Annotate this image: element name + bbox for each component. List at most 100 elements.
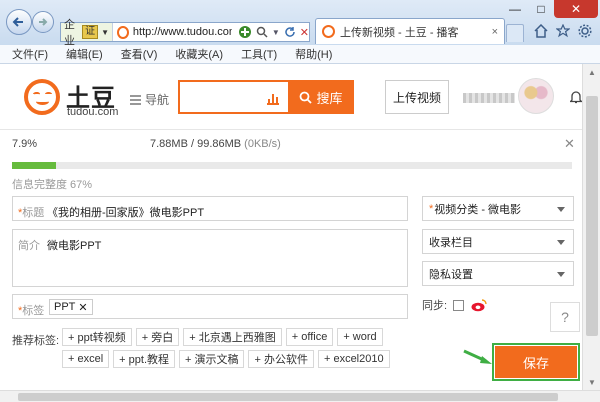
- compat-icon[interactable]: [238, 25, 252, 39]
- chevron-down-icon: [557, 240, 565, 245]
- chevron-down-icon: [557, 207, 565, 212]
- logo-mouth: [36, 98, 49, 105]
- maximize-button[interactable]: □: [528, 0, 554, 18]
- horizontal-scroll-thumb[interactable]: [18, 393, 558, 401]
- recommended-tags: + ppt转视频 + 旁白 + 北京遇上西雅图 + office + word …: [62, 328, 412, 368]
- tags-field[interactable]: *标签 PPT ✕: [12, 294, 408, 319]
- rec-tag[interactable]: + 演示文稿: [179, 350, 245, 368]
- search-button-label: 搜库: [316, 90, 343, 106]
- title-value[interactable]: 《我的相册-回家版》微电影PPT: [47, 204, 204, 220]
- tag-remove-icon[interactable]: ✕: [78, 301, 87, 314]
- upload-size: 7.88MB / 99.86MB (0KB/s): [150, 138, 281, 150]
- recommended-tags-label: 推荐标签:: [12, 335, 60, 347]
- scroll-down-icon[interactable]: ▼: [583, 374, 600, 390]
- menu-file[interactable]: 文件(F): [12, 46, 48, 62]
- upload-size-value: 7.88MB / 99.86MB: [150, 138, 242, 150]
- cancel-upload-icon[interactable]: ✕: [564, 136, 575, 152]
- sync-option: 同步:: [422, 297, 488, 313]
- arrow-right-icon: [39, 18, 48, 26]
- rec-tag[interactable]: + ppt.教程: [113, 350, 175, 368]
- sync-checkbox[interactable]: [453, 299, 465, 311]
- vertical-scroll-thumb[interactable]: [586, 96, 598, 336]
- rec-tag[interactable]: + ppt转视频: [62, 328, 132, 346]
- description-field[interactable]: 简介 微电影PPT: [12, 229, 408, 287]
- rec-tag[interactable]: + word: [337, 328, 383, 346]
- tag-chip-label: PPT: [54, 301, 76, 313]
- vertical-scrollbar[interactable]: ▲ ▼: [582, 64, 600, 390]
- site-header: 土豆 tudou.com 导航 搜库 上传视频: [0, 64, 582, 130]
- upload-progress-fill: [12, 162, 57, 169]
- privacy-value: 隐私设置: [429, 268, 473, 281]
- privacy-select[interactable]: 隐私设置: [422, 261, 574, 286]
- upload-video-button[interactable]: 上传视频: [385, 80, 449, 114]
- scroll-up-icon[interactable]: ▲: [583, 64, 600, 80]
- menu-help[interactable]: 帮助(H): [295, 46, 332, 62]
- menu-tools[interactable]: 工具(T): [241, 46, 277, 62]
- column-select[interactable]: 收录栏目: [422, 229, 574, 254]
- weibo-icon[interactable]: [470, 298, 488, 312]
- search-icon[interactable]: [256, 26, 268, 38]
- zone-label: 企业: [64, 19, 75, 47]
- minimize-button[interactable]: —: [502, 0, 528, 18]
- upload-percent: 7.9%: [12, 138, 38, 150]
- logo-subtitle[interactable]: tudou.com: [67, 106, 118, 118]
- tags-label: *标签: [18, 305, 45, 317]
- nav-guide[interactable]: 导航: [130, 91, 169, 108]
- forward-button[interactable]: [32, 11, 54, 33]
- guide-label: 导航: [145, 93, 170, 107]
- menu-icon: [130, 94, 141, 105]
- description-label: 简介: [18, 240, 40, 252]
- certificate-badge[interactable]: 证: [82, 25, 99, 39]
- tab-upload-video[interactable]: 上传新视频 - 土豆 - 播客 ×: [315, 18, 505, 44]
- stop-icon[interactable]: ✕: [300, 26, 309, 39]
- tab-close-icon[interactable]: ×: [492, 26, 498, 38]
- back-button[interactable]: [6, 9, 32, 35]
- column-value: 收录栏目: [429, 236, 473, 249]
- rec-tag[interactable]: + excel2010: [317, 350, 390, 368]
- username-blurred[interactable]: [463, 93, 515, 103]
- address-bar[interactable]: 企业 证 ▼ http://www.tudou.com/i ▼ ✕: [60, 19, 310, 47]
- dropdown-icon[interactable]: ▼: [272, 28, 280, 37]
- search-input[interactable]: [184, 82, 264, 112]
- tudou-favicon: [117, 25, 129, 39]
- horizontal-scrollbar[interactable]: [0, 390, 600, 402]
- description-value[interactable]: 微电影PPT: [47, 237, 101, 253]
- menu-favorites[interactable]: 收藏夹(A): [175, 46, 223, 62]
- category-select[interactable]: * 视频分类 - 微电影: [422, 196, 574, 221]
- title-field[interactable]: *标题 《我的相册-回家版》微电影PPT: [12, 196, 408, 221]
- menu-view[interactable]: 查看(V): [121, 46, 158, 62]
- rec-tag[interactable]: + 北京遇上西雅图: [183, 328, 282, 346]
- search-button[interactable]: 搜库: [288, 80, 354, 114]
- security-zone[interactable]: 企业 证 ▼: [61, 19, 114, 47]
- rec-tag[interactable]: + excel: [62, 350, 110, 368]
- rec-tag[interactable]: + 旁白: [135, 328, 180, 346]
- info-completeness: 信息完整度 67%: [12, 179, 93, 191]
- avatar[interactable]: [518, 78, 554, 114]
- url-text[interactable]: http://www.tudou.com/i: [129, 26, 232, 38]
- pointer-arrow-icon: [463, 349, 492, 364]
- menu-edit[interactable]: 编辑(E): [66, 46, 103, 62]
- refresh-icon[interactable]: [284, 26, 296, 38]
- browser-chrome: 企业 证 ▼ http://www.tudou.com/i ▼ ✕ 上传新视频 …: [0, 0, 600, 47]
- category-value: 视频分类 - 微电影: [434, 203, 522, 216]
- menu-bar: 文件(F) 编辑(E) 查看(V) 收藏夹(A) 工具(T) 帮助(H): [0, 45, 600, 64]
- upload-speed: (0KB/s): [244, 138, 281, 150]
- sync-label: 同步:: [422, 300, 448, 312]
- home-icon[interactable]: [534, 24, 548, 38]
- bell-icon[interactable]: [570, 90, 582, 104]
- tag-chip: PPT ✕: [49, 299, 93, 315]
- rec-tag[interactable]: + 办公软件: [248, 350, 314, 368]
- new-tab-button[interactable]: [506, 24, 524, 42]
- chevron-down-icon: [557, 272, 565, 277]
- gear-icon[interactable]: [578, 24, 592, 38]
- close-window-button[interactable]: ✕: [554, 0, 598, 18]
- tudou-logo-icon[interactable]: [24, 79, 60, 115]
- favorites-star-icon[interactable]: [556, 24, 570, 38]
- help-button[interactable]: ?: [550, 302, 580, 332]
- rec-tag[interactable]: + office: [285, 328, 334, 346]
- chart-icon[interactable]: [266, 91, 280, 105]
- zone-dropdown-icon[interactable]: ▼: [101, 28, 109, 37]
- tab-title: 上传新视频 - 土豆 - 播客: [340, 26, 459, 39]
- save-button[interactable]: 保存: [492, 343, 580, 381]
- page-viewport: 土豆 tudou.com 导航 搜库 上传视频 7.9% 7.88MB / 99…: [0, 64, 582, 390]
